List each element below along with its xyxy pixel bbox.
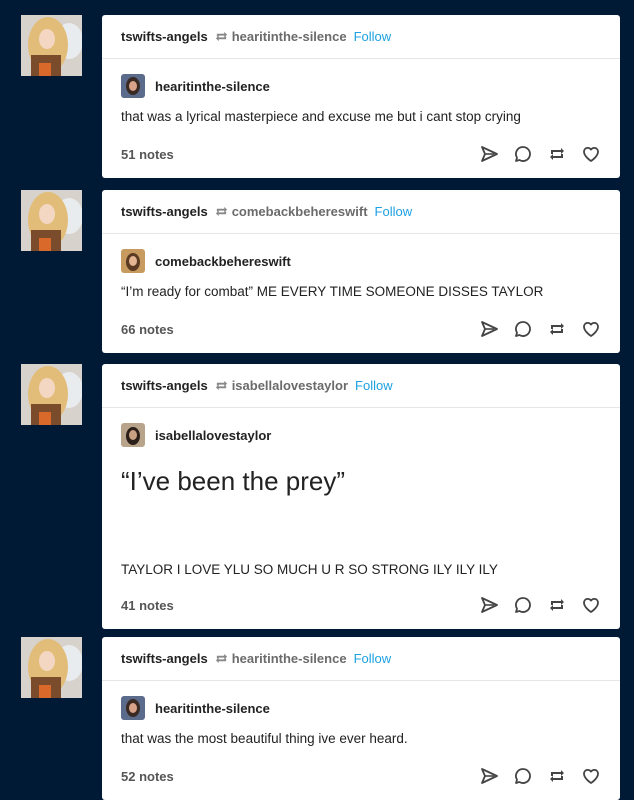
post-card: tswifts-angels hearitinthe-silence Follo… bbox=[102, 637, 620, 800]
reply-icon[interactable] bbox=[513, 595, 533, 615]
blonde-avatar-icon bbox=[21, 15, 82, 76]
source-blog-name[interactable]: hearitinthe-silence bbox=[232, 651, 347, 666]
trail-user-name[interactable]: hearitinthe-silence bbox=[155, 79, 270, 94]
post-body-text: that was a lyrical masterpiece and excus… bbox=[121, 109, 521, 124]
trail-avatar[interactable] bbox=[121, 696, 145, 720]
post-header: tswifts-angels comebackbehereswift Follo… bbox=[102, 190, 620, 234]
notes-count[interactable]: 41 notes bbox=[121, 598, 174, 613]
reblog-icon bbox=[215, 205, 228, 218]
trail-user: isabellalovestaylor bbox=[121, 423, 601, 447]
post-header: tswifts-angels hearitinthe-silence Follo… bbox=[102, 637, 620, 681]
post-body-text: that was the most beautiful thing ive ev… bbox=[121, 731, 408, 746]
heart-icon[interactable] bbox=[581, 766, 601, 786]
poster-name[interactable]: tswifts-angels bbox=[121, 204, 208, 219]
share-icon[interactable] bbox=[479, 766, 499, 786]
reply-icon[interactable] bbox=[513, 319, 533, 339]
poster-name[interactable]: tswifts-angels bbox=[121, 378, 208, 393]
blog-avatar[interactable] bbox=[21, 190, 82, 251]
reblog-action-icon[interactable] bbox=[547, 595, 567, 615]
follow-button[interactable]: Follow bbox=[354, 29, 392, 44]
notes-count[interactable]: 52 notes bbox=[121, 769, 174, 784]
follow-button[interactable]: Follow bbox=[354, 651, 392, 666]
post-footer: 52 notes bbox=[102, 752, 620, 800]
follow-button[interactable]: Follow bbox=[375, 204, 413, 219]
post-header: tswifts-angels hearitinthe-silence Follo… bbox=[102, 15, 620, 59]
post-header: tswifts-angels isabellalovestaylor Follo… bbox=[102, 364, 620, 408]
source-blog-name[interactable]: isabellalovestaylor bbox=[232, 378, 348, 393]
trail-avatar[interactable] bbox=[121, 249, 145, 273]
reply-icon[interactable] bbox=[513, 766, 533, 786]
post-actions bbox=[465, 144, 601, 164]
follow-button[interactable]: Follow bbox=[355, 378, 393, 393]
post-card: tswifts-angels comebackbehereswift Follo… bbox=[102, 190, 620, 353]
share-icon[interactable] bbox=[479, 595, 499, 615]
heart-icon[interactable] bbox=[581, 595, 601, 615]
trail-avatar[interactable] bbox=[121, 423, 145, 447]
poster-name[interactable]: tswifts-angels bbox=[121, 651, 208, 666]
reblog-action-icon[interactable] bbox=[547, 144, 567, 164]
post-card: tswifts-angels hearitinthe-silence Follo… bbox=[102, 15, 620, 178]
trail-avatar[interactable] bbox=[121, 74, 145, 98]
reblog-action-icon[interactable] bbox=[547, 766, 567, 786]
blog-avatar[interactable] bbox=[21, 15, 82, 76]
post-footer: 41 notes bbox=[102, 581, 620, 629]
trail-user: comebackbehereswift bbox=[121, 249, 601, 273]
reblog-action-icon[interactable] bbox=[547, 319, 567, 339]
post-card: tswifts-angels isabellalovestaylor Follo… bbox=[102, 364, 620, 629]
share-icon[interactable] bbox=[479, 144, 499, 164]
blog-avatar[interactable] bbox=[21, 364, 82, 425]
trail-user: hearitinthe-silence bbox=[121, 74, 601, 98]
blonde-avatar-icon bbox=[21, 637, 82, 698]
poster-name[interactable]: tswifts-angels bbox=[121, 29, 208, 44]
heart-icon[interactable] bbox=[581, 319, 601, 339]
post-footer: 51 notes bbox=[102, 130, 620, 178]
notes-count[interactable]: 51 notes bbox=[121, 147, 174, 162]
post-quote: “I’ve been the prey” bbox=[121, 466, 346, 496]
post-actions bbox=[465, 595, 601, 615]
trail-user: hearitinthe-silence bbox=[121, 696, 601, 720]
source-blog-name[interactable]: comebackbehereswift bbox=[232, 204, 368, 219]
share-icon[interactable] bbox=[479, 319, 499, 339]
trail-user-name[interactable]: isabellalovestaylor bbox=[155, 428, 271, 443]
reblog-trail: isabellalovestaylor “I’ve been the prey”… bbox=[102, 408, 620, 579]
reblog-icon bbox=[215, 652, 228, 665]
reblog-trail: hearitinthe-silence that was a lyrical m… bbox=[102, 59, 620, 126]
reblog-icon bbox=[215, 379, 228, 392]
notes-count[interactable]: 66 notes bbox=[121, 322, 174, 337]
reblog-trail: hearitinthe-silence that was the most be… bbox=[102, 681, 620, 748]
post-body-text: TAYLOR I LOVE YLU SO MUCH U R SO STRONG … bbox=[121, 562, 498, 577]
trail-user-name[interactable]: hearitinthe-silence bbox=[155, 701, 270, 716]
reblog-icon bbox=[215, 30, 228, 43]
heart-icon[interactable] bbox=[581, 144, 601, 164]
trail-user-name[interactable]: comebackbehereswift bbox=[155, 254, 291, 269]
blonde-avatar-icon bbox=[21, 364, 82, 425]
blog-avatar[interactable] bbox=[21, 637, 82, 698]
reply-icon[interactable] bbox=[513, 144, 533, 164]
blonde-avatar-icon bbox=[21, 190, 82, 251]
post-actions bbox=[465, 766, 601, 786]
post-actions bbox=[465, 319, 601, 339]
post-footer: 66 notes bbox=[102, 305, 620, 353]
post-body-text: “I’m ready for combat” ME EVERY TIME SOM… bbox=[121, 284, 544, 299]
reblog-trail: comebackbehereswift “I’m ready for comba… bbox=[102, 234, 620, 301]
source-blog-name[interactable]: hearitinthe-silence bbox=[232, 29, 347, 44]
